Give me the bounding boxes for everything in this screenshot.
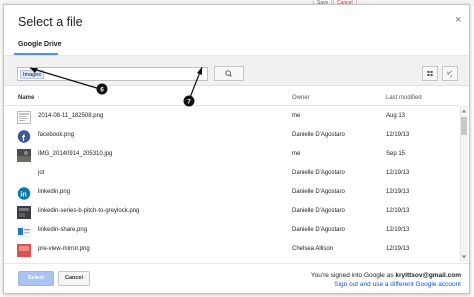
select-button[interactable]: Select (18, 271, 54, 286)
dialog-title: Select a file (18, 15, 83, 29)
file-owner: Danielle D'Agostaro (292, 227, 345, 233)
file-name: facebook.png (38, 132, 75, 138)
file-row[interactable]: f facebook.png Danielle D'Agostaro 12/19… (4, 127, 459, 146)
column-header-owner[interactable]: Owner (292, 95, 310, 101)
footer-divider (4, 263, 469, 264)
file-modified: 12/19/13 (386, 208, 410, 214)
scrollbar-thumb[interactable] (461, 117, 467, 135)
close-icon[interactable]: × (455, 15, 461, 26)
file-row[interactable]: pre-view-mirror.png Chelsea Allison 12/1… (4, 241, 459, 260)
facebook-icon: f (17, 130, 31, 143)
sort-az-icon: A Z (447, 70, 453, 78)
linkedin-icon: in (17, 187, 31, 200)
signed-in-status: You're signed into Google as krylttsov@g… (311, 272, 461, 279)
signed-in-prefix: You're signed into Google as (310, 272, 396, 279)
file-modified: Sep 15 (386, 151, 406, 157)
cancel-button[interactable]: Cancel (58, 271, 90, 286)
file-owner: Danielle D'Agostaro (292, 189, 345, 195)
file-owner: Danielle D'Agostaro (292, 208, 345, 214)
file-modified: 12/19/13 (386, 170, 410, 176)
file-list: 2014-08-11_182508.png me Aug 13 f facebo… (4, 106, 459, 262)
sort-arrow-icon: ↑ (37, 95, 40, 101)
file-modified: Aug 13 (386, 113, 406, 119)
file-row[interactable]: jot Danielle D'Agostaro 12/19/13 (4, 165, 459, 184)
slide-thumbnail (17, 206, 31, 219)
search-icon (225, 70, 232, 77)
file-row[interactable]: linkedin-series-b-pitch-to-greylock.png … (4, 203, 459, 222)
file-owner: Danielle D'Agostaro (292, 170, 345, 176)
grid-view-button[interactable] (422, 66, 438, 81)
blank-file-thumbnail (18, 168, 30, 181)
signed-in-email: krylttsov@gmail.com (395, 272, 461, 279)
svg-text:A: A (447, 70, 450, 75)
file-name: linkedin-share.png (38, 227, 88, 233)
file-name: jot (38, 170, 45, 176)
share-thumbnail (17, 225, 31, 238)
file-owner: Chelsea Allison (292, 246, 334, 252)
file-name: linkedin-series-b-pitch-to-greylock.png (38, 208, 140, 214)
grid-view-icon (427, 70, 433, 77)
sign-out-link[interactable]: Sign out and use a different Google acco… (334, 281, 461, 288)
file-modified: 12/19/13 (386, 246, 410, 252)
search-filter-chip[interactable]: Images (20, 70, 45, 79)
file-row[interactable]: 2014-08-11_182508.png me Aug 13 (4, 108, 459, 127)
file-row[interactable]: IMG_20140914_205310.jpg me Sep 15 (4, 146, 459, 165)
file-owner: Danielle D'Agostaro (292, 132, 345, 138)
photo-thumbnail (17, 149, 31, 162)
file-name: IMG_20140914_205310.jpg (38, 151, 113, 157)
file-row[interactable]: in linkedin.png Danielle D'Agostaro 12/1… (4, 184, 459, 203)
file-name: linkedin.png (38, 189, 71, 195)
sort-options-button[interactable]: A Z (442, 66, 458, 81)
svg-text:in: in (20, 192, 26, 199)
file-row[interactable]: linkedin-share.png Danielle D'Agostaro 1… (4, 222, 459, 241)
scroll-up-icon[interactable] (461, 108, 467, 114)
file-name: pre-view-mirror.png (38, 246, 90, 252)
scroll-down-icon[interactable] (461, 254, 467, 260)
file-modified: 12/19/13 (386, 227, 410, 233)
search-toolbar: Images A Z (4, 56, 469, 86)
search-input[interactable]: Images (17, 67, 208, 81)
file-modified: 12/19/13 (386, 132, 410, 138)
preview-thumbnail (17, 244, 31, 257)
column-header-last-modified[interactable]: Last modified (386, 95, 422, 101)
file-owner: me (292, 151, 301, 157)
file-name: 2014-08-11_182508.png (38, 113, 104, 119)
file-picker-dialog: Select a file × Google Drive Images A Z (3, 4, 470, 294)
search-button[interactable] (214, 66, 244, 81)
column-header-name[interactable]: Name (18, 95, 34, 101)
tab-google-drive[interactable]: Google Drive (18, 41, 62, 48)
screenshot-thumbnail (17, 111, 31, 124)
file-modified: 12/19/13 (386, 189, 410, 195)
file-owner: me (292, 113, 301, 119)
svg-text:Z: Z (450, 73, 453, 78)
